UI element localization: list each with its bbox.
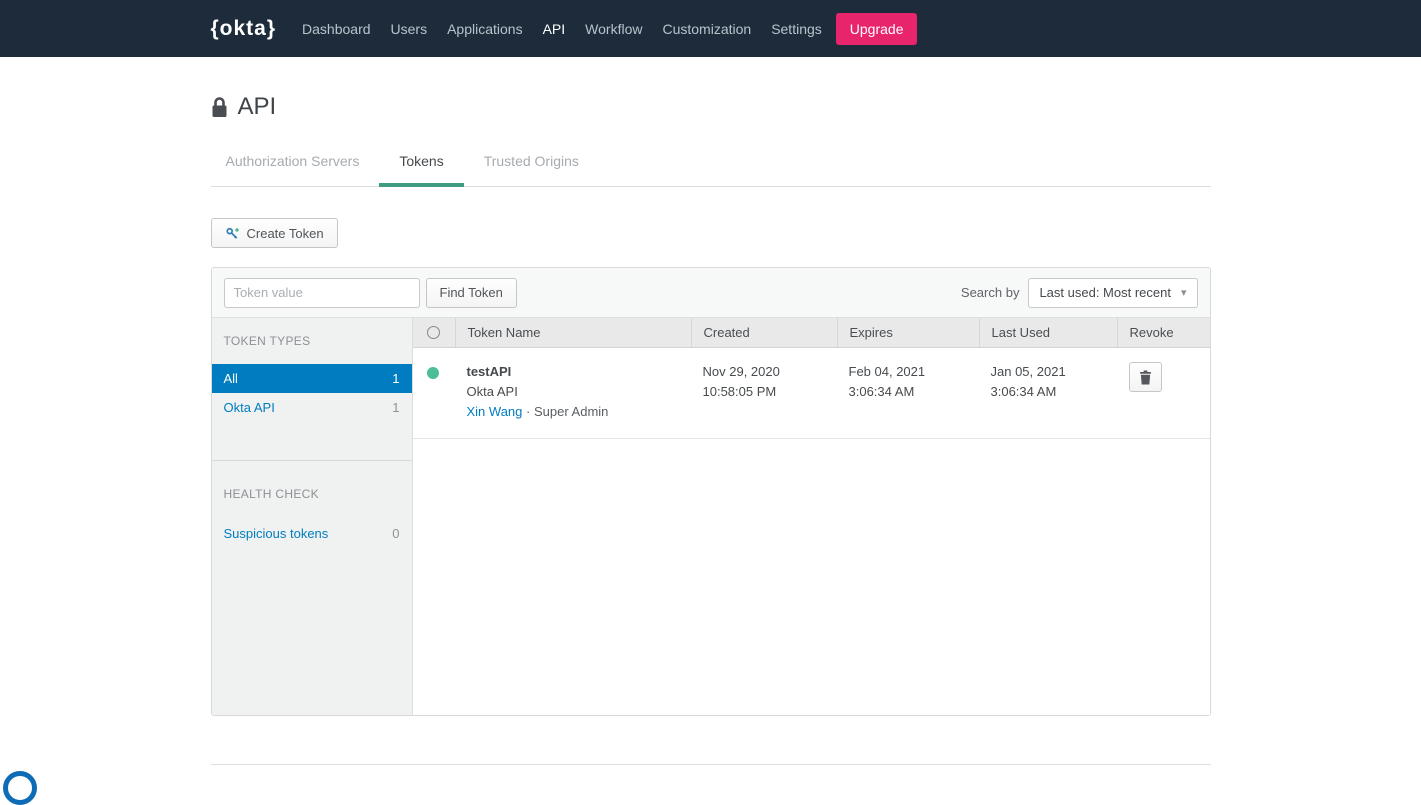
nav-customization[interactable]: Customization xyxy=(652,21,761,37)
health-check-header: HEALTH CHECK xyxy=(212,461,412,519)
token-name-cell: testAPI Okta API Xin Wang · Super Admin xyxy=(455,362,691,422)
select-all-cell xyxy=(413,318,455,347)
sidebar-item-count: 0 xyxy=(392,526,399,541)
search-by-label: Search by xyxy=(961,285,1020,300)
col-token-name: Token Name xyxy=(455,318,691,347)
key-plus-icon xyxy=(225,226,240,241)
tab-tokens[interactable]: Tokens xyxy=(379,151,463,186)
last-used-date: Jan 05, 2021 xyxy=(991,362,1117,382)
expires-date: Feb 04, 2021 xyxy=(849,362,979,382)
token-name: testAPI xyxy=(467,362,691,382)
sidebar-item-label: Okta API xyxy=(224,400,275,415)
expires-cell: Feb 04, 2021 3:06:34 AM xyxy=(837,362,979,422)
tokens-table: Token Name Created Expires Last Used Rev… xyxy=(413,318,1210,715)
last-used-cell: Jan 05, 2021 3:06:34 AM xyxy=(979,362,1117,422)
main-nav: Dashboard Users Applications API Workflo… xyxy=(292,21,832,37)
nav-dashboard[interactable]: Dashboard xyxy=(292,21,381,37)
create-token-label: Create Token xyxy=(247,226,324,241)
col-last-used: Last Used xyxy=(979,318,1117,347)
table-header-row: Token Name Created Expires Last Used Rev… xyxy=(413,318,1210,348)
sidebar-item-label: Suspicious tokens xyxy=(224,526,329,541)
sort-dropdown-value: Last used: Most recent xyxy=(1039,285,1171,300)
revoke-token-button[interactable] xyxy=(1129,362,1162,392)
nav-workflow[interactable]: Workflow xyxy=(575,21,652,37)
panel-sidebar: TOKEN TYPES All 1 Okta API 1 HEALTH CHEC… xyxy=(212,318,413,715)
chevron-down-icon: ▾ xyxy=(1181,286,1187,299)
col-expires: Expires xyxy=(837,318,979,347)
token-owner-line: Xin Wang · Super Admin xyxy=(467,402,691,422)
main-content: API Authorization Servers Tokens Trusted… xyxy=(211,93,1211,765)
sidebar-item-label: All xyxy=(224,371,238,386)
table-row: testAPI Okta API Xin Wang · Super Admin … xyxy=(413,348,1210,439)
tokens-panel: Find Token Search by Last used: Most rec… xyxy=(211,267,1211,716)
trash-icon xyxy=(1139,370,1152,385)
last-used-time: 3:06:34 AM xyxy=(991,382,1117,402)
panel-toolbar: Find Token Search by Last used: Most rec… xyxy=(212,268,1210,318)
status-cell xyxy=(413,362,455,422)
footer-divider xyxy=(211,764,1211,765)
page-title: API xyxy=(238,93,277,121)
sort-dropdown[interactable]: Last used: Most recent ▾ xyxy=(1028,278,1197,308)
upgrade-button[interactable]: Upgrade xyxy=(836,13,918,45)
col-revoke: Revoke xyxy=(1117,318,1210,347)
nav-users[interactable]: Users xyxy=(381,21,438,37)
okta-footer-logo-fragment xyxy=(3,771,37,805)
token-type: Okta API xyxy=(467,382,691,402)
nav-settings[interactable]: Settings xyxy=(761,21,832,37)
okta-logo[interactable]: {okta} xyxy=(211,17,277,41)
nav-api[interactable]: API xyxy=(533,21,576,37)
sidebar-item-all[interactable]: All 1 xyxy=(212,364,412,393)
owner-link[interactable]: Xin Wang xyxy=(467,404,523,419)
navbar-inner: {okta} Dashboard Users Applications API … xyxy=(211,13,1211,45)
find-token-button[interactable]: Find Token xyxy=(426,278,517,308)
created-cell: Nov 29, 2020 10:58:05 PM xyxy=(691,362,837,422)
revoke-cell xyxy=(1117,362,1210,422)
owner-role: · Super Admin xyxy=(526,404,608,419)
tab-authorization-servers[interactable]: Authorization Servers xyxy=(211,151,380,186)
expires-time: 3:06:34 AM xyxy=(849,382,979,402)
sidebar-item-okta-api[interactable]: Okta API 1 xyxy=(212,393,412,422)
created-date: Nov 29, 2020 xyxy=(703,362,837,382)
sidebar-item-suspicious-tokens[interactable]: Suspicious tokens 0 xyxy=(212,519,412,548)
tab-trusted-origins[interactable]: Trusted Origins xyxy=(464,151,599,186)
lock-icon xyxy=(211,96,228,118)
create-token-button[interactable]: Create Token xyxy=(211,218,338,248)
token-types-header: TOKEN TYPES xyxy=(212,318,412,364)
col-created: Created xyxy=(691,318,837,347)
created-time: 10:58:05 PM xyxy=(703,382,837,402)
top-navbar: {okta} Dashboard Users Applications API … xyxy=(0,0,1421,57)
token-value-input[interactable] xyxy=(224,278,420,308)
nav-applications[interactable]: Applications xyxy=(437,21,533,37)
select-all-radio[interactable] xyxy=(427,326,440,339)
tabs: Authorization Servers Tokens Trusted Ori… xyxy=(211,151,1211,187)
sidebar-item-count: 1 xyxy=(392,400,399,415)
status-active-dot xyxy=(427,367,439,379)
page-header: API xyxy=(211,93,1211,121)
sidebar-item-count: 1 xyxy=(392,371,399,386)
panel-body: TOKEN TYPES All 1 Okta API 1 HEALTH CHEC… xyxy=(212,318,1210,715)
